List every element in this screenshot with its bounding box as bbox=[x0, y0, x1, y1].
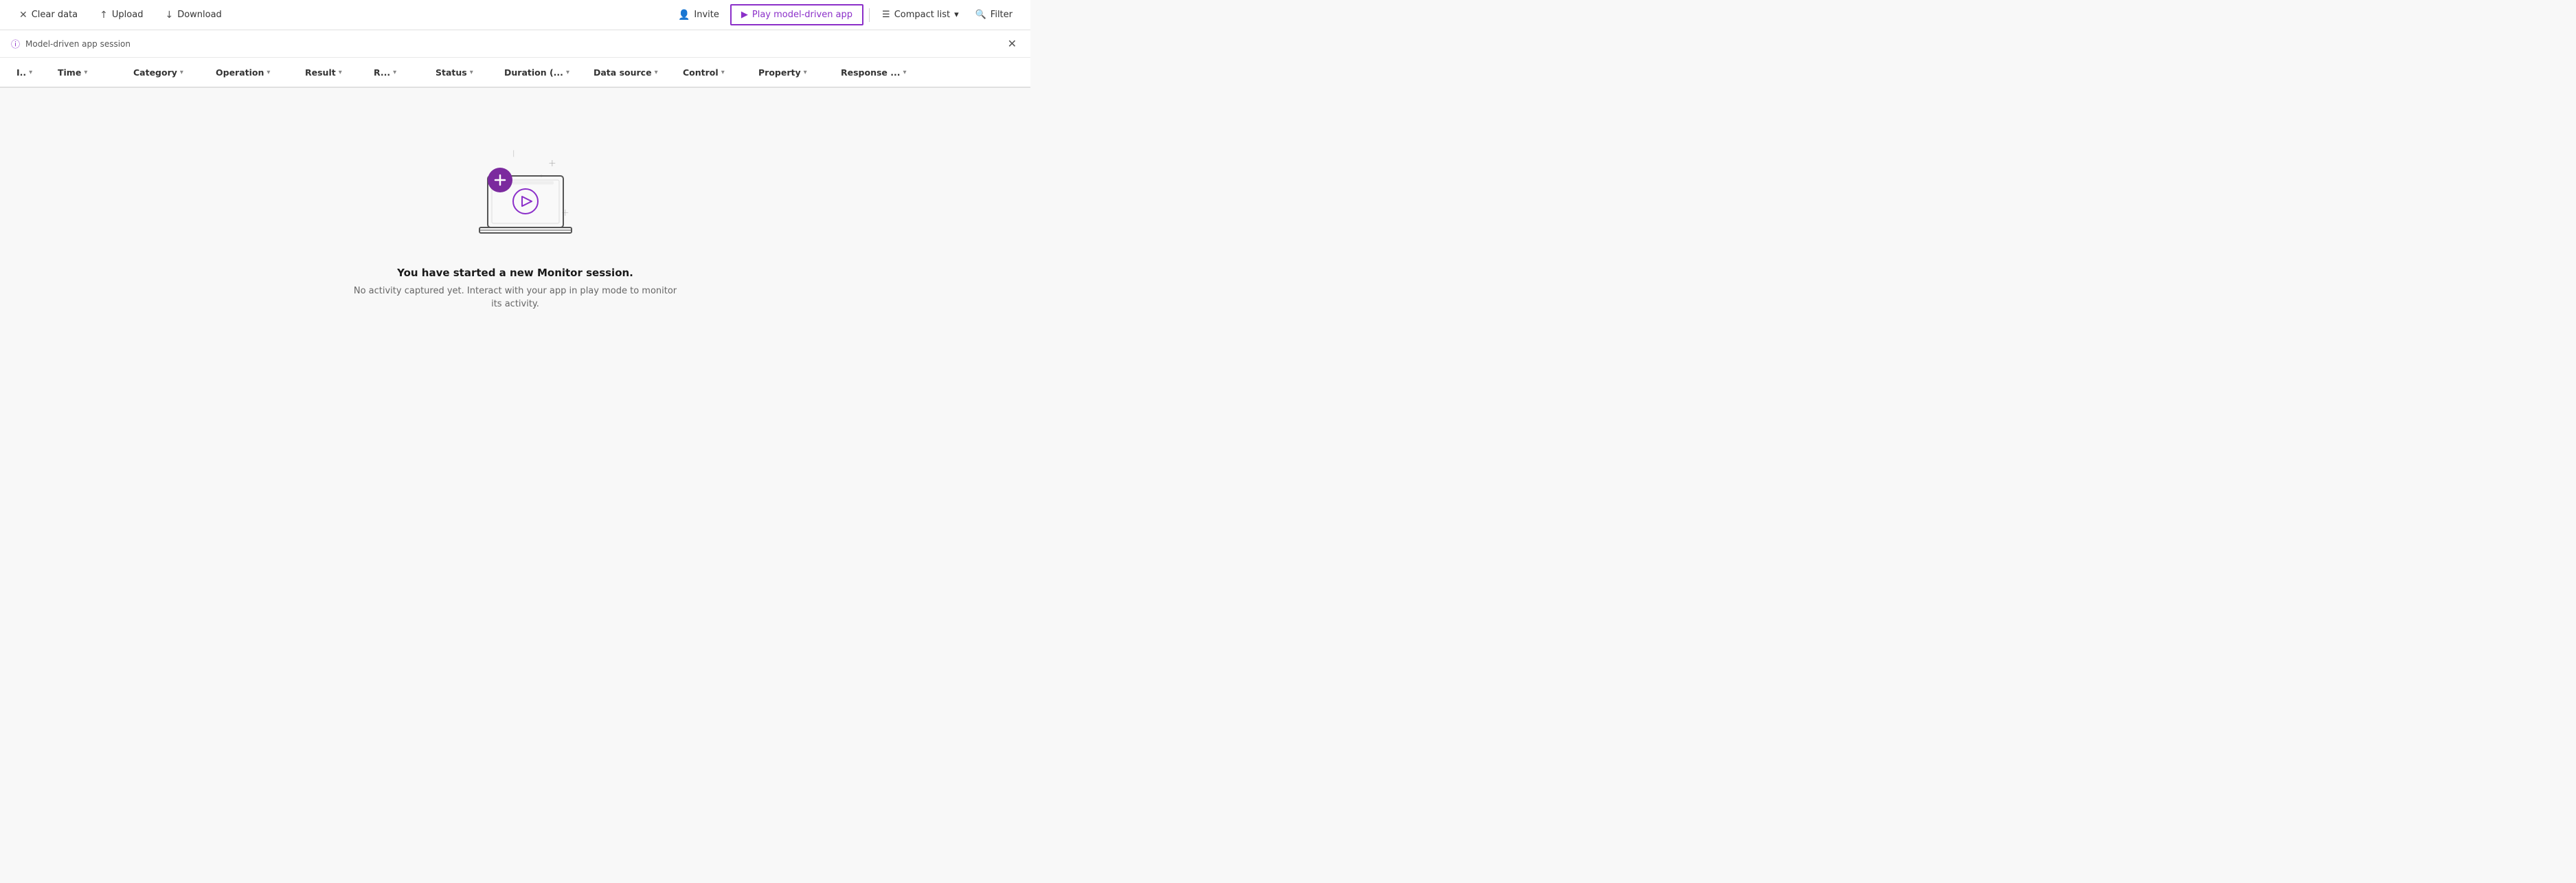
upload-button[interactable]: ↑ Upload bbox=[91, 5, 151, 25]
col-time-chevron-icon: ▾ bbox=[84, 69, 87, 76]
col-header-response[interactable]: Response ... ▾ bbox=[835, 67, 931, 78]
session-info-text: Model-driven app session bbox=[25, 39, 131, 49]
col-id-chevron-icon: ▾ bbox=[29, 69, 32, 76]
upload-label: Upload bbox=[112, 10, 144, 20]
session-close-button[interactable]: ✕ bbox=[1005, 34, 1019, 53]
invite-label: Invite bbox=[694, 10, 719, 20]
col-datasource-chevron-icon: ▾ bbox=[655, 69, 658, 76]
svg-text:+: + bbox=[561, 208, 569, 219]
svg-text:|: | bbox=[512, 150, 515, 157]
col-header-time[interactable]: Time ▾ bbox=[52, 67, 128, 78]
col-operation-chevron-icon: ▾ bbox=[267, 69, 270, 76]
compact-list-button[interactable]: ☰ Compact list ▾ bbox=[875, 5, 966, 24]
download-label: Download bbox=[177, 10, 222, 20]
svg-text:+: + bbox=[548, 158, 556, 169]
download-icon: ↓ bbox=[165, 10, 173, 21]
col-header-id[interactable]: I.. ▾ bbox=[11, 67, 52, 78]
col-duration-label: Duration (... bbox=[504, 67, 563, 78]
col-category-chevron-icon: ▾ bbox=[180, 69, 183, 76]
illustration: + + | bbox=[447, 140, 584, 250]
clear-data-label: Clear data bbox=[32, 10, 78, 20]
filter-button[interactable]: 🔍 Filter bbox=[969, 5, 1019, 24]
clear-data-button[interactable]: ✕ Clear data bbox=[11, 5, 86, 25]
upload-icon: ↑ bbox=[100, 10, 108, 21]
col-status-chevron-icon: ▾ bbox=[470, 69, 473, 76]
col-header-control[interactable]: Control ▾ bbox=[677, 67, 753, 78]
toolbar-divider bbox=[869, 8, 870, 22]
col-operation-label: Operation bbox=[216, 67, 264, 78]
play-model-driven-app-label: Play model-driven app bbox=[752, 10, 852, 20]
col-response-label: Response ... bbox=[841, 67, 901, 78]
col-category-label: Category bbox=[133, 67, 177, 78]
empty-state-title: You have started a new Monitor session. bbox=[397, 267, 633, 279]
filter-label: Filter bbox=[991, 10, 1013, 20]
session-info-icon: ⓘ bbox=[11, 37, 20, 50]
empty-state-container: + + | You have started bbox=[0, 88, 1030, 349]
col-result-chevron-icon: ▾ bbox=[339, 69, 342, 76]
col-response-chevron-icon: ▾ bbox=[903, 69, 907, 76]
col-id-label: I.. bbox=[16, 67, 26, 78]
col-header-property[interactable]: Property ▾ bbox=[753, 67, 835, 78]
col-header-category[interactable]: Category ▾ bbox=[128, 67, 210, 78]
toolbar-left-actions: ✕ Clear data ↑ Upload ↓ Download bbox=[11, 5, 230, 25]
col-header-result[interactable]: Result ▾ bbox=[300, 67, 368, 78]
compact-list-chevron-icon: ▾ bbox=[954, 10, 959, 20]
play-model-driven-app-button[interactable]: ▶ Play model-driven app bbox=[730, 4, 863, 25]
col-datasource-label: Data source bbox=[594, 67, 652, 78]
col-status-label: Status bbox=[436, 67, 467, 78]
download-button[interactable]: ↓ Download bbox=[157, 5, 229, 25]
column-headers: I.. ▾ Time ▾ Category ▾ Operation ▾ Resu… bbox=[0, 58, 1030, 88]
col-header-operation[interactable]: Operation ▾ bbox=[210, 67, 300, 78]
filter-icon: 🔍 bbox=[975, 10, 986, 20]
col-property-chevron-icon: ▾ bbox=[804, 69, 807, 76]
col-header-datasource[interactable]: Data source ▾ bbox=[588, 67, 677, 78]
invite-icon: 👤 bbox=[678, 10, 690, 21]
toolbar: ✕ Clear data ↑ Upload ↓ Download 👤 Invit… bbox=[0, 0, 1030, 30]
col-r-label: R... bbox=[374, 67, 390, 78]
toolbar-right-actions: 👤 Invite ▶ Play model-driven app ☰ Compa… bbox=[670, 4, 1019, 25]
clear-data-icon: ✕ bbox=[19, 10, 27, 21]
col-header-status[interactable]: Status ▾ bbox=[430, 67, 499, 78]
monitor-illustration: + + | bbox=[447, 140, 584, 250]
play-icon: ▶ bbox=[741, 10, 748, 20]
col-header-duration[interactable]: Duration (... ▾ bbox=[499, 67, 588, 78]
col-header-r[interactable]: R... ▾ bbox=[368, 67, 430, 78]
col-control-chevron-icon: ▾ bbox=[721, 69, 725, 76]
col-property-label: Property bbox=[758, 67, 801, 78]
compact-list-label: Compact list bbox=[894, 10, 950, 20]
col-control-label: Control bbox=[683, 67, 719, 78]
col-result-label: Result bbox=[305, 67, 336, 78]
compact-list-icon: ☰ bbox=[882, 10, 890, 20]
session-bar: ⓘ Model-driven app session ✕ bbox=[0, 30, 1030, 58]
col-duration-chevron-icon: ▾ bbox=[566, 69, 569, 76]
col-r-chevron-icon: ▾ bbox=[393, 69, 396, 76]
empty-state-subtitle: No activity captured yet. Interact with … bbox=[350, 284, 680, 311]
col-time-label: Time bbox=[58, 67, 81, 78]
invite-button[interactable]: 👤 Invite bbox=[670, 5, 727, 25]
